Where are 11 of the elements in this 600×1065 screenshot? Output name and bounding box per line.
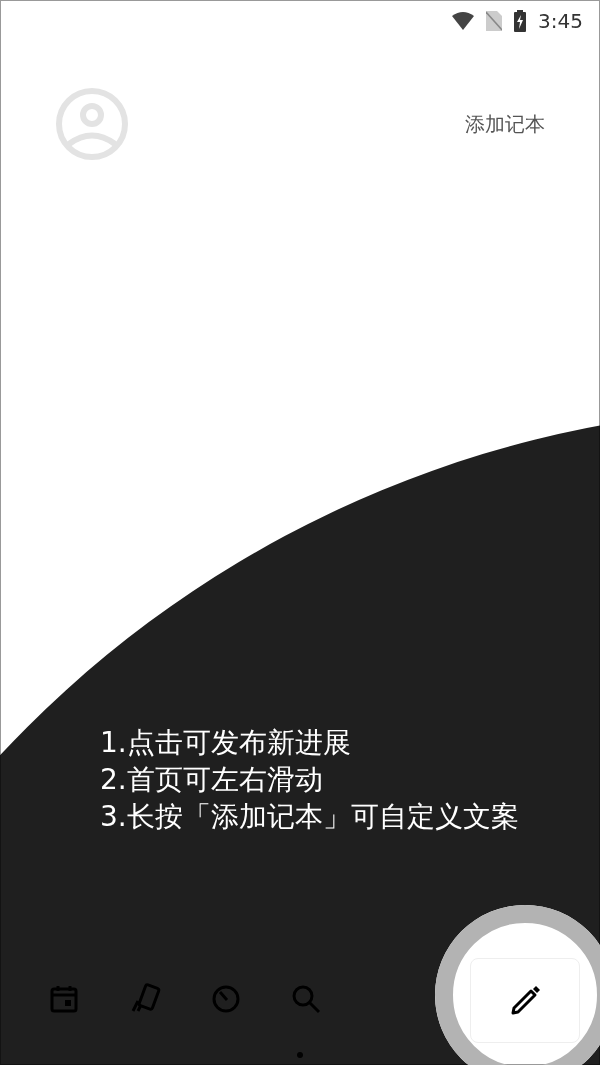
battery-icon [514,10,527,32]
tip-text: 1.点击可发布新进展 [100,725,352,761]
add-notebook-link[interactable]: 添加记本 [465,110,545,138]
tip-text: 3.长按「添加记本」可自定义文案 [100,799,520,835]
pencil-icon [509,984,541,1017]
wifi-icon [452,12,475,30]
tip-text: 2.首页可左右滑动 [100,762,324,798]
avatar-icon[interactable] [55,87,129,161]
no-sim-icon [486,11,503,31]
compose-button[interactable] [470,958,580,1043]
clock-time: 3:45 [538,9,583,33]
